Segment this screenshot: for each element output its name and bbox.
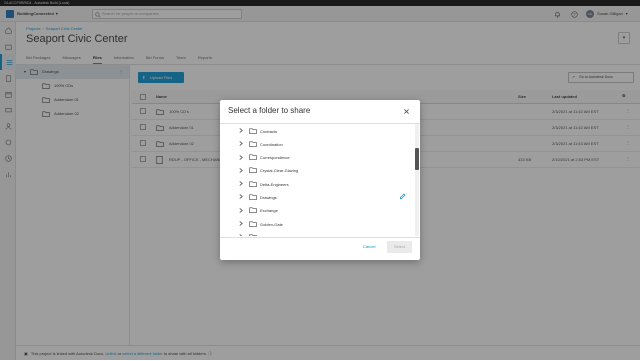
chevron-right-icon[interactable] bbox=[239, 154, 243, 160]
folder-icon bbox=[249, 127, 257, 134]
folder-list-scrollbar[interactable] bbox=[415, 124, 419, 236]
close-icon[interactable] bbox=[403, 108, 410, 115]
chevron-right-icon[interactable] bbox=[239, 128, 243, 133]
folder-icon bbox=[249, 234, 257, 236]
folder-icon bbox=[249, 141, 257, 147]
folder-icon bbox=[249, 207, 257, 214]
folder-icon bbox=[249, 167, 257, 174]
folder-icon bbox=[249, 194, 257, 200]
folder-item-label: Contracts bbox=[260, 128, 278, 134]
dialog-title: Select a folder to share bbox=[228, 106, 311, 115]
folder-icon bbox=[249, 154, 257, 161]
scrollbar-thumb[interactable] bbox=[415, 148, 419, 170]
folder-icon bbox=[249, 181, 257, 187]
folder-item-selected[interactable]: Drawings bbox=[220, 190, 414, 203]
folder-list: Contracts Coordination Correspondence Cr… bbox=[220, 124, 414, 236]
folder-item[interactable]: Golden-Gate bbox=[220, 217, 414, 230]
folder-item-label: Delta-Engineers bbox=[260, 181, 289, 187]
dialog-footer-divider bbox=[220, 237, 420, 238]
chevron-right-icon[interactable] bbox=[239, 221, 243, 226]
chevron-right-icon[interactable] bbox=[239, 181, 243, 187]
chevron-right-icon[interactable] bbox=[239, 141, 243, 147]
folder-item-label: Coordination bbox=[260, 141, 283, 147]
folder-item-label: Golden-Gate bbox=[260, 221, 283, 227]
folder-item[interactable]: Exchange bbox=[220, 204, 414, 217]
folder-item[interactable]: Coordination bbox=[220, 137, 414, 150]
folder-item-label: Drawings bbox=[260, 194, 277, 200]
chevron-right-icon[interactable] bbox=[239, 207, 243, 213]
folder-icon bbox=[249, 220, 257, 227]
cancel-button[interactable]: Cancel bbox=[363, 244, 375, 249]
folder-item-label: Correspondence bbox=[260, 155, 290, 161]
folder-item[interactable]: Crystal-Clear-Glazing bbox=[220, 164, 414, 177]
folder-item[interactable]: Correspondence bbox=[220, 151, 414, 164]
folder-item[interactable]: Delta-Engineers bbox=[220, 177, 414, 190]
folder-item-label: Crystal-Clear-Glazing bbox=[260, 168, 299, 174]
folder-item[interactable]: Contracts bbox=[220, 124, 414, 137]
select-button[interactable]: Select bbox=[387, 241, 412, 253]
folder-item-label: Exchange bbox=[260, 208, 278, 214]
link-icon[interactable] bbox=[399, 193, 406, 200]
chevron-right-icon[interactable] bbox=[239, 167, 243, 173]
select-folder-dialog: Select a folder to share Contracts Coord… bbox=[220, 100, 420, 260]
folder-item[interactable] bbox=[220, 230, 414, 236]
chevron-right-icon[interactable] bbox=[239, 194, 243, 200]
chevron-right-icon[interactable] bbox=[239, 234, 243, 236]
